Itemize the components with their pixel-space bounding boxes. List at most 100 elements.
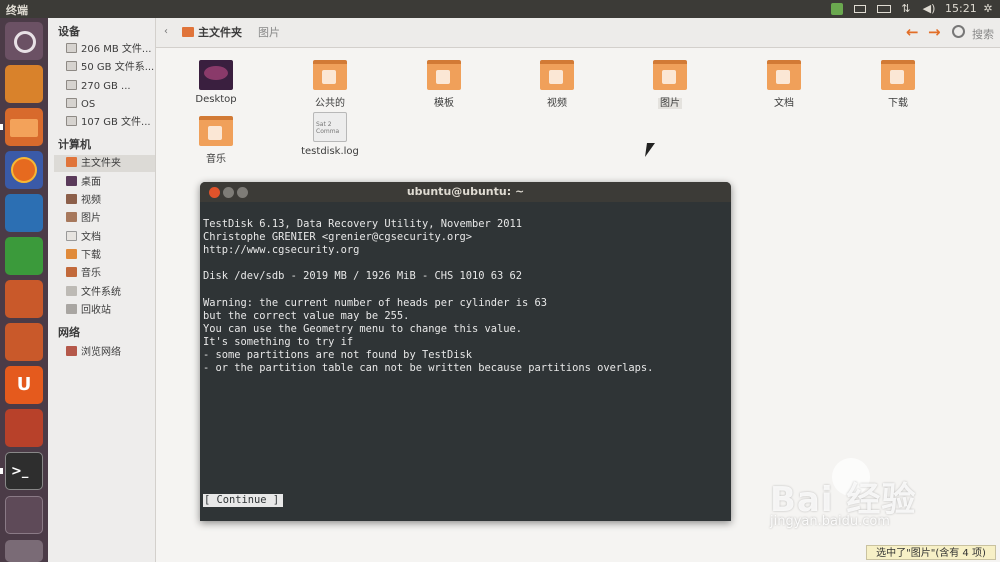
devices-header: 设备 <box>58 25 80 38</box>
gear-icon[interactable]: ✲ <box>980 1 996 17</box>
computer-header: 计算机 <box>58 138 91 151</box>
folder-documents-icon <box>767 60 801 90</box>
file-item-testdisk-log[interactable]: Sat 2 Comma testdisk.log <box>282 112 378 157</box>
sidebar-item-music[interactable]: 音乐 <box>54 265 155 282</box>
trash-icon <box>66 304 77 314</box>
filesystem-icon <box>66 286 77 296</box>
ubuntu-one-icon[interactable]: U <box>5 366 43 404</box>
desktop-icon <box>199 60 233 90</box>
sidebar-item-filesystem[interactable]: 文件系统 <box>54 284 155 301</box>
continue-button[interactable]: [ Continue ] <box>203 494 281 507</box>
firefox-icon[interactable] <box>5 151 43 189</box>
search-icon[interactable] <box>952 25 965 38</box>
terminal-glyph: >_ <box>11 464 29 479</box>
sidebar-item-pictures[interactable]: 图片 <box>54 210 155 227</box>
battery-icon[interactable] <box>875 1 893 17</box>
file-item-pictures[interactable]: 图片 <box>622 60 718 109</box>
music-icon <box>66 267 77 277</box>
file-item-documents[interactable]: 文档 <box>736 60 832 109</box>
desktop-icon <box>66 176 77 186</box>
impress-icon[interactable] <box>5 280 43 318</box>
sidebar-item-documents[interactable]: 文档 <box>54 229 155 246</box>
top-panel: 终端 ⇅ ◀) 15:21 ✲ <box>0 0 1000 18</box>
watermark-url: jingyan.baidu.com <box>770 514 890 529</box>
sidebar-item-drive[interactable]: 50 GB 文件系... <box>54 59 155 76</box>
workspace-icon[interactable] <box>5 496 43 534</box>
file-manager-toolbar: ‹ 主文件夹 图片 ← → 搜索 <box>156 18 1000 48</box>
sidebar-item-drive[interactable]: OS <box>54 96 155 113</box>
places-sidebar: 设备 206 MB 文件... 50 GB 文件系... 270 GB ... … <box>48 18 196 562</box>
software-center-icon[interactable] <box>5 323 43 361</box>
writer-icon[interactable] <box>5 194 43 232</box>
file-item-templates[interactable]: 模板 <box>396 60 492 109</box>
terminal-window[interactable]: ubuntu@ubuntu: ~ TestDisk 6.13, Data Rec… <box>200 182 731 521</box>
file-label: testdisk.log <box>301 146 359 157</box>
arrow-left-icon[interactable]: ← <box>906 23 919 41</box>
video-icon <box>66 194 77 204</box>
files-icon[interactable] <box>5 108 43 146</box>
installer-icon[interactable] <box>5 65 43 103</box>
calc-icon[interactable] <box>5 237 43 275</box>
file-label: 视频 <box>547 98 567 109</box>
breadcrumb-pictures[interactable]: 图片 <box>258 24 280 42</box>
launcher: U >_ <box>0 18 48 562</box>
file-item-downloads[interactable]: 下载 <box>850 60 946 109</box>
folder-templates-icon <box>427 60 461 90</box>
folder-music-icon <box>199 116 233 146</box>
active-app-title: 终端 <box>6 4 28 17</box>
text-cursor <box>277 494 283 507</box>
terminal-icon[interactable]: >_ <box>5 452 43 490</box>
document-icon <box>66 231 77 241</box>
file-label: 模板 <box>434 98 454 109</box>
search-button[interactable]: 搜索 <box>972 26 994 42</box>
sidebar-item-home[interactable]: 主文件夹 <box>54 155 155 172</box>
terminal-output[interactable]: TestDisk 6.13, Data Recovery Utility, No… <box>203 205 728 401</box>
terminal-line: - or the partition table can not be writ… <box>203 362 654 375</box>
trash-icon[interactable] <box>5 540 43 562</box>
sidebar-item-trash[interactable]: 回收站 <box>54 302 155 319</box>
file-item-videos[interactable]: 视频 <box>509 60 605 109</box>
folder-downloads-icon <box>881 60 915 90</box>
terminal-line: Disk /dev/sdb - 2019 MB / 1926 MiB - CHS… <box>203 270 523 283</box>
home-folder-icon <box>182 27 194 37</box>
terminal-title: ubuntu@ubuntu: ~ <box>406 185 525 198</box>
terminal-line: You can use the Geometry menu to change … <box>203 322 523 335</box>
terminal-line: but the correct value may be 255. <box>203 309 410 322</box>
selection-status: 选中了"图片"(含有 4 项) <box>866 545 996 560</box>
clock[interactable]: 15:21 <box>945 1 977 17</box>
file-label: 文档 <box>774 98 794 109</box>
terminal-line: - some partitions are not found by TestD… <box>203 349 472 362</box>
file-preview-text: Sat 2 Comma <box>316 121 340 135</box>
file-item-music[interactable]: 音乐 <box>168 116 264 165</box>
terminal-line: TestDisk 6.13, Data Recovery Utility, No… <box>203 218 523 231</box>
settings-icon[interactable] <box>5 409 43 447</box>
terminal-line: http://www.cgsecurity.org <box>203 244 360 257</box>
sidebar-item-drive[interactable]: 270 GB ... <box>54 78 134 95</box>
network-header: 网络 <box>58 326 80 339</box>
file-label: 图片 <box>658 98 682 109</box>
ubuntu-one-glyph: U <box>16 374 32 395</box>
file-item-desktop[interactable]: Desktop <box>168 60 264 105</box>
file-label: 音乐 <box>206 154 226 165</box>
sidebar-item-browse-network[interactable]: 浏览网络 <box>54 344 155 361</box>
terminal-line: Christophe GRENIER <grenier@cgsecurity.o… <box>203 231 472 244</box>
sidebar-item-desktop[interactable]: 桌面 <box>54 174 155 191</box>
arrow-right-icon[interactable]: → <box>928 23 941 41</box>
ubuntu-dash-icon[interactable] <box>5 22 43 60</box>
sidebar-item-drive[interactable]: 206 MB 文件... <box>54 41 155 58</box>
breadcrumb-home[interactable]: 主文件夹 <box>182 24 242 42</box>
sidebar-item-videos[interactable]: 视频 <box>54 192 155 209</box>
sound-icon[interactable]: ◀) <box>920 1 938 17</box>
sidebar-item-downloads[interactable]: 下载 <box>54 247 155 264</box>
drive-icon <box>66 43 77 53</box>
sidebar-item-drive[interactable]: 107 GB 文件... <box>54 114 155 131</box>
file-item-public[interactable]: 公共的 <box>282 60 378 109</box>
chip-icon[interactable] <box>829 1 845 17</box>
network-icon[interactable]: ⇅ <box>899 1 913 17</box>
back-button[interactable]: ‹ <box>164 26 168 37</box>
mail-icon[interactable] <box>852 1 868 17</box>
terminal-titlebar[interactable]: ubuntu@ubuntu: ~ <box>200 182 731 202</box>
drive-icon <box>66 61 77 71</box>
file-label: 下载 <box>888 98 908 109</box>
